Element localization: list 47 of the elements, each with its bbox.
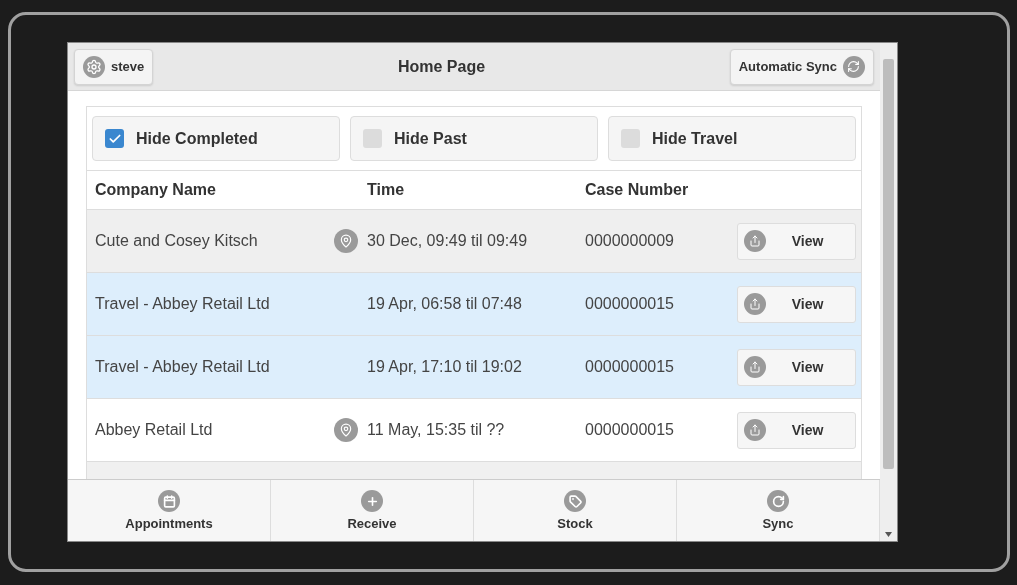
tag-icon (564, 490, 586, 512)
view-button[interactable]: View (737, 411, 856, 449)
sync-icon (767, 490, 789, 512)
column-header: Case Number (585, 181, 690, 199)
table-cell-text: 11 May, 15:35 til ?? (367, 421, 506, 439)
share-icon (744, 230, 766, 252)
table-cell-text: 19 Apr, 06:58 til 07:48 (367, 295, 523, 313)
view-button[interactable]: View (737, 285, 856, 323)
table-cell: Travel - Abbey Retail Ltd (95, 358, 270, 376)
table-row[interactable]: Abbey Retail Ltd 11 May, 15:35 til ?? 0000000015 View (87, 399, 861, 462)
nav-tab[interactable]: Receive (271, 480, 474, 541)
user-button[interactable]: steve (74, 48, 154, 85)
filter-checkbox[interactable]: Hide Past (350, 116, 598, 161)
nav-tab[interactable]: Appointments (68, 480, 271, 541)
map-pin-icon[interactable] (334, 229, 358, 253)
table-cell-text: 30 Dec, 09:49 til 09:49 (367, 232, 529, 250)
table-cell: Travel - Abbey Retail Ltd (95, 295, 270, 313)
column-header: Time (367, 181, 406, 199)
refresh-icon (843, 55, 865, 78)
table-cell-text: 0000000009 (585, 232, 675, 250)
table-cell-text: 0000000015 (585, 421, 675, 439)
table-row[interactable]: Travel - Abbey Retail Ltd 19 Apr, 17:10 til 19:02 0000000015 View (87, 336, 861, 399)
share-icon (744, 419, 766, 441)
sync-button[interactable]: Automatic Sync (729, 48, 874, 85)
share-icon (744, 356, 766, 378)
plus-icon (361, 490, 383, 512)
scrollbar[interactable] (880, 43, 897, 541)
table-row[interactable]: Travel - Abbey Retail Ltd 19 Apr, 06:58 til 07:48 0000000015 View (87, 273, 861, 336)
filter-checkbox[interactable]: Hide Travel (608, 116, 856, 161)
settings-icon (83, 55, 105, 78)
scrollbar-thumb[interactable] (883, 59, 894, 469)
filter-checkbox[interactable]: Hide Completed (92, 116, 340, 161)
table-cell: Abbey Retail Ltd (95, 421, 213, 439)
nav-tab[interactable]: Stock (474, 480, 677, 541)
table-cell-text: 19 Apr, 17:10 til 19:02 (367, 358, 523, 376)
calendar-icon (158, 490, 180, 512)
view-button[interactable]: View (737, 222, 856, 260)
page-title: Home Page (397, 57, 486, 76)
scroll-down-icon[interactable] (885, 532, 892, 537)
table-cell-text: 0000000015 (585, 358, 675, 376)
nav-tab[interactable]: Sync (677, 480, 880, 541)
table-cell: Cute and Cosey Kitsch (95, 232, 258, 250)
map-pin-icon[interactable] (334, 418, 358, 442)
table-cell-text: 0000000015 (585, 295, 675, 313)
view-button[interactable]: View (737, 348, 856, 386)
share-icon (744, 293, 766, 315)
column-header: Company Name (95, 181, 217, 199)
